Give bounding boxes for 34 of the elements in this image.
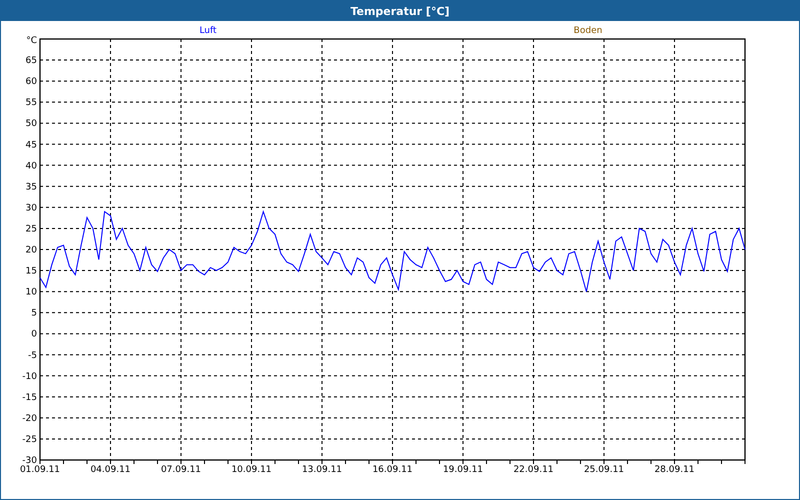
x-tick-label: 01.09.11 xyxy=(20,465,60,475)
y-tick-label: -5 xyxy=(28,350,37,361)
y-tick-label: 20 xyxy=(26,246,37,256)
x-tick-label: 25.09.11 xyxy=(584,465,624,475)
y-tick-label: 45 xyxy=(26,140,37,150)
y-tick-label: 35 xyxy=(26,182,37,192)
y-tick-label: 65 xyxy=(26,56,37,66)
y-tick-label: -20 xyxy=(22,414,37,424)
y-tick-label: 0 xyxy=(31,330,37,340)
y-tick-label: 60 xyxy=(26,77,37,88)
x-tick-label: 22.09.11 xyxy=(513,465,554,475)
y-tick-label: 10 xyxy=(26,288,37,298)
x-tick-label: 07.09.11 xyxy=(160,465,202,475)
x-tick-label: 19.09.11 xyxy=(442,465,484,475)
legend-label: Boden xyxy=(574,26,602,36)
y-tick-label: 50 xyxy=(26,119,37,130)
y-tick-label: 55 xyxy=(26,98,37,108)
y-tick-label: 25 xyxy=(26,224,37,234)
y-axis-unit: °C xyxy=(26,36,37,46)
x-tick-label: 10.09.11 xyxy=(231,465,272,475)
x-tick-label: 28.09.11 xyxy=(654,465,695,475)
x-tick-label: 13.09.11 xyxy=(302,465,342,475)
x-tick-label: 04.09.11 xyxy=(90,465,131,475)
legend-label: Luft xyxy=(199,26,217,36)
chart-title: Temperatur [°C] xyxy=(1,1,799,21)
y-tick-label: -10 xyxy=(22,372,37,382)
y-tick-label: 30 xyxy=(26,203,37,214)
x-tick-label: 16.09.11 xyxy=(372,465,413,475)
y-tick-label: -30 xyxy=(22,456,37,466)
y-tick-label: 5 xyxy=(31,308,37,319)
y-tick-label: 15 xyxy=(26,266,37,277)
y-tick-label: -15 xyxy=(22,392,37,403)
y-tick-label: 40 xyxy=(26,161,37,172)
y-tick-label: -25 xyxy=(22,434,37,445)
